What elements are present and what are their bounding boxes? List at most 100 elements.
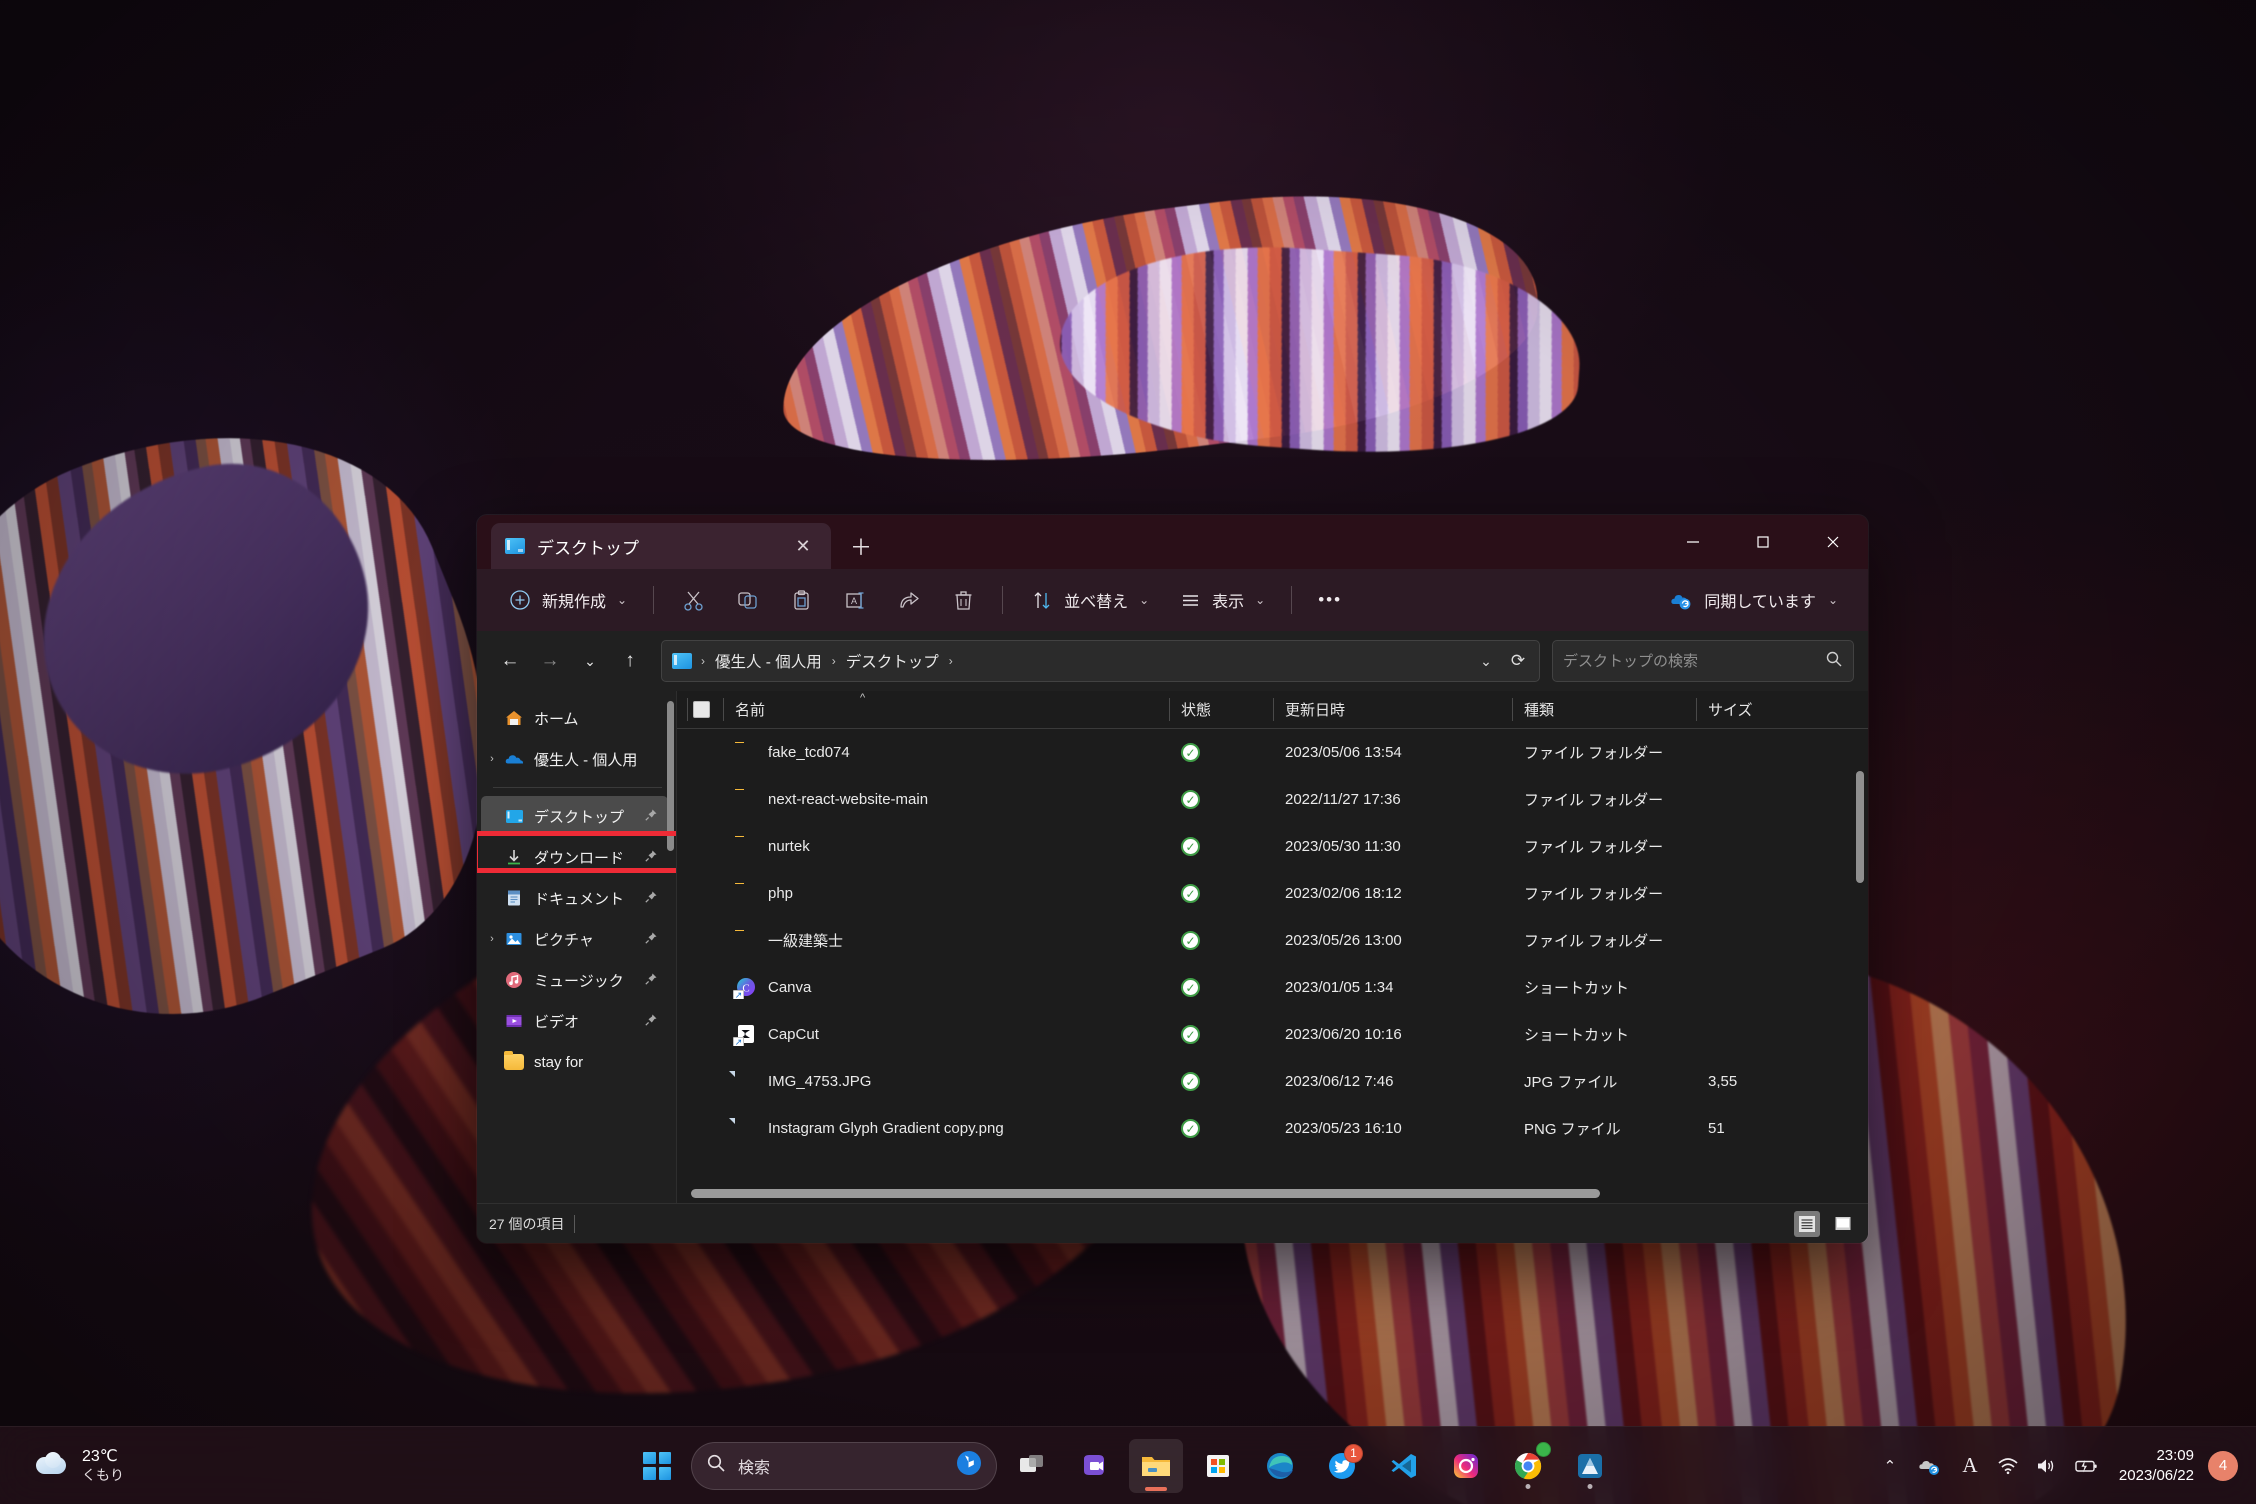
maximize-button[interactable] xyxy=(1728,515,1798,569)
search-box[interactable] xyxy=(1552,640,1854,682)
breadcrumb-separator[interactable]: › xyxy=(946,654,956,668)
column-header-date[interactable]: 更新日時 xyxy=(1273,691,1512,728)
horizontal-scrollbar-thumb[interactable] xyxy=(691,1189,1600,1198)
cut-button[interactable] xyxy=(668,578,718,622)
twitter-icon[interactable]: 1 xyxy=(1315,1439,1369,1493)
table-row[interactable]: C ↗ Canva ✓ 2023/01/05 1:34 ショートカット xyxy=(677,964,1868,1011)
rename-icon: A xyxy=(842,587,868,613)
column-header-name[interactable]: 名前 xyxy=(723,691,1169,728)
sidebar-item-desktop[interactable]: デスクトップ xyxy=(481,796,668,836)
address-dropdown-icon[interactable]: ⌄ xyxy=(1471,645,1501,677)
table-row[interactable]: next-react-website-main ✓ 2022/11/27 17:… xyxy=(677,776,1868,823)
battery-charging-icon[interactable] xyxy=(2067,1443,2105,1489)
shortcut-badge: ↗ xyxy=(733,989,744,999)
edge-icon[interactable] xyxy=(1253,1439,1307,1493)
tray-overflow-button[interactable]: ⌃ xyxy=(1873,1443,1907,1489)
clock-widget[interactable]: 23:09 2023/06/22 xyxy=(2109,1446,2204,1485)
file-list-horizontal-scrollbar[interactable] xyxy=(687,1187,1852,1199)
chevron-right-icon[interactable]: › xyxy=(481,753,503,765)
table-row[interactable]: ↗ CapCut ✓ 2023/06/20 10:16 ショートカット xyxy=(677,1011,1868,1058)
start-button[interactable] xyxy=(639,1448,675,1484)
pin-icon[interactable] xyxy=(642,849,660,866)
desktop-folder-icon xyxy=(672,653,692,669)
sync-state-cell: ✓ xyxy=(1169,837,1273,856)
task-view-button[interactable] xyxy=(1005,1439,1059,1493)
paste-button[interactable] xyxy=(776,578,826,622)
sidebar-item-stay-for[interactable]: stay for xyxy=(481,1042,668,1082)
affinity-icon[interactable] xyxy=(1563,1439,1617,1493)
sync-status-button[interactable]: 同期しています ⌄ xyxy=(1656,578,1850,622)
pin-icon[interactable] xyxy=(642,808,660,825)
new-tab-icon[interactable]: ＋ xyxy=(843,528,879,564)
onedrive-sync-icon[interactable] xyxy=(1911,1443,1949,1489)
navigation-scrollbar[interactable] xyxy=(667,701,674,851)
taskbar-search[interactable]: 検索 xyxy=(691,1441,997,1490)
search-input[interactable] xyxy=(1563,652,1817,670)
forward-button[interactable]: → xyxy=(531,642,569,680)
breadcrumb-onedrive[interactable]: 優生人 - 個人用 xyxy=(710,646,827,676)
sidebar-item-onedrive[interactable]: › 優生人 - 個人用 xyxy=(481,739,668,779)
recent-locations-button[interactable]: ⌄ xyxy=(571,642,609,680)
column-header-state[interactable]: 状態 xyxy=(1169,691,1273,728)
breadcrumb-separator[interactable]: › xyxy=(698,654,708,668)
view-button[interactable]: 表示 ⌄ xyxy=(1165,578,1277,622)
notification-center-button[interactable]: 4 xyxy=(2208,1450,2238,1481)
bing-chat-icon[interactable] xyxy=(956,1450,982,1481)
volume-icon[interactable] xyxy=(2029,1443,2063,1489)
microsoft-store-icon[interactable] xyxy=(1191,1439,1245,1493)
delete-button[interactable] xyxy=(938,578,988,622)
table-row[interactable]: 一級建築士 ✓ 2023/05/26 13:00 ファイル フォルダー xyxy=(677,917,1868,964)
sidebar-item-downloads[interactable]: ダウンロード xyxy=(481,837,668,877)
file-explorer-icon[interactable] xyxy=(1129,1438,1183,1493)
sidebar-item-music[interactable]: ミュージック xyxy=(481,960,668,1000)
table-row[interactable]: IMG_4753.JPG ✓ 2023/06/12 7:46 JPG ファイル … xyxy=(677,1058,1868,1105)
up-button[interactable]: ↑ xyxy=(611,642,649,680)
column-header-type[interactable]: 種類 xyxy=(1512,691,1696,728)
file-list-vertical-scrollbar[interactable] xyxy=(1856,771,1864,883)
wifi-icon[interactable] xyxy=(1991,1443,2025,1489)
sidebar-item-videos[interactable]: ビデオ xyxy=(481,1001,668,1041)
sidebar-item-pictures[interactable]: › ピクチャ xyxy=(481,919,668,959)
select-all-checkbox[interactable] xyxy=(693,701,710,718)
breadcrumb-desktop[interactable]: デスクトップ xyxy=(841,646,944,676)
explorer-tab-desktop[interactable]: デスクトップ ✕ xyxy=(491,523,831,569)
refresh-icon[interactable]: ⟳ xyxy=(1503,645,1533,677)
close-window-button[interactable] xyxy=(1798,515,1868,569)
vscode-icon[interactable] xyxy=(1377,1439,1431,1493)
sidebar-item-home[interactable]: ホーム xyxy=(481,698,668,738)
select-all-header[interactable] xyxy=(687,691,723,728)
more-options-button[interactable]: ••• xyxy=(1306,578,1354,622)
sync-state-cell: ✓ xyxy=(1169,743,1273,762)
back-button[interactable]: ← xyxy=(491,642,529,680)
sort-button[interactable]: 並べ替え ⌄ xyxy=(1017,578,1161,622)
chrome-icon[interactable] xyxy=(1501,1439,1555,1493)
pin-icon[interactable] xyxy=(642,890,660,907)
table-row[interactable]: fake_tcd074 ✓ 2023/05/06 13:54 ファイル フォルダ… xyxy=(677,729,1868,776)
large-icons-view-button[interactable] xyxy=(1830,1211,1856,1237)
instagram-icon[interactable] xyxy=(1439,1439,1493,1493)
minimize-button[interactable] xyxy=(1658,515,1728,569)
new-button[interactable]: 新規作成 ⌄ xyxy=(495,578,639,622)
rename-button[interactable]: A xyxy=(830,578,880,622)
address-bar[interactable]: › 優生人 - 個人用 › デスクトップ › ⌄ ⟳ xyxy=(661,640,1540,682)
table-row[interactable]: php ✓ 2023/02/06 18:12 ファイル フォルダー xyxy=(677,870,1868,917)
close-tab-icon[interactable]: ✕ xyxy=(789,532,817,560)
column-header-size[interactable]: サイズ xyxy=(1696,691,1806,728)
chevron-right-icon[interactable]: › xyxy=(481,933,503,945)
table-row[interactable]: Instagram Glyph Gradient copy.png ✓ 2023… xyxy=(677,1105,1868,1152)
search-icon[interactable] xyxy=(1825,650,1843,673)
share-button[interactable] xyxy=(884,578,934,622)
pin-icon[interactable] xyxy=(642,1013,660,1030)
file-name-cell: Instagram Glyph Gradient copy.png xyxy=(723,1118,1169,1140)
pin-icon[interactable] xyxy=(642,972,660,989)
sidebar-item-documents[interactable]: ドキュメント xyxy=(481,878,668,918)
details-view-button[interactable] xyxy=(1794,1210,1820,1237)
table-row[interactable]: nurtek ✓ 2023/05/30 11:30 ファイル フォルダー xyxy=(677,823,1868,870)
weather-widget[interactable]: 23℃ くもり xyxy=(24,1441,134,1491)
ime-indicator[interactable]: A xyxy=(1953,1443,1987,1489)
copy-button[interactable] xyxy=(722,578,772,622)
teams-icon[interactable] xyxy=(1067,1439,1121,1493)
breadcrumb-separator[interactable]: › xyxy=(829,654,839,668)
capcut-icon: ↗ xyxy=(733,1024,757,1046)
pin-icon[interactable] xyxy=(642,931,660,948)
